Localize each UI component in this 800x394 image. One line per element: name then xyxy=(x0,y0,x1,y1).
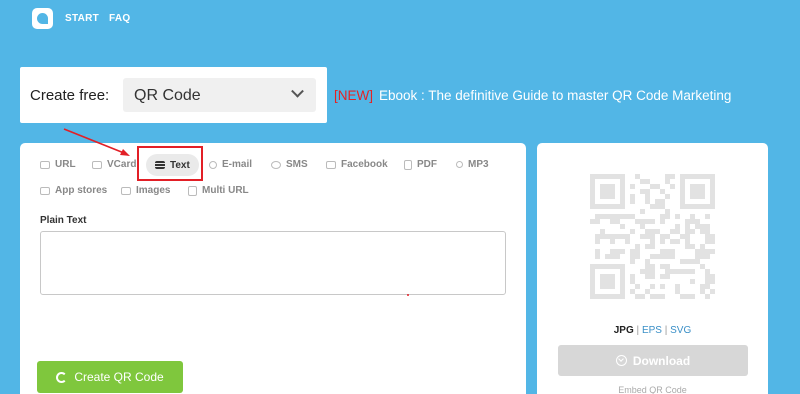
tab-images[interactable]: Images xyxy=(121,185,170,196)
tab-sms-label: SMS xyxy=(286,159,308,170)
tab-images-label: Images xyxy=(136,185,171,196)
plain-text-label: Plain Text xyxy=(40,215,87,226)
thumbs-up-icon xyxy=(326,160,336,169)
app-store-icon xyxy=(40,186,50,195)
create-free-label: Create free: xyxy=(30,87,110,104)
tab-pdf[interactable]: PDF xyxy=(404,159,437,170)
format-separator: | xyxy=(636,325,640,336)
tab-app-stores[interactable]: App stores xyxy=(40,185,107,196)
annotation-dot xyxy=(407,294,409,296)
promo-text: Ebook : The definitive Guide to master Q… xyxy=(379,88,732,103)
format-selector: JPG | EPS | SVG xyxy=(537,325,768,336)
tab-multi-url[interactable]: Multi URL xyxy=(188,185,249,196)
logo[interactable] xyxy=(32,8,53,29)
tab-vcard-label: VCard xyxy=(107,159,137,170)
tab-multi-url-label: Multi URL xyxy=(202,185,249,196)
embed-qr-code-link[interactable]: Embed QR Code xyxy=(537,385,768,394)
tab-mp3-label: MP3 xyxy=(468,159,489,170)
image-icon xyxy=(121,186,131,195)
qr-type-select[interactable]: QR Code xyxy=(123,78,316,112)
qr-type-select-value: QR Code xyxy=(134,87,201,104)
qr-code-preview xyxy=(590,174,715,299)
tab-vcard[interactable]: VCard xyxy=(92,159,136,170)
format-separator: | xyxy=(664,325,668,336)
tab-facebook-label: Facebook xyxy=(341,159,388,170)
create-free-box: Create free: QR Code xyxy=(20,67,327,123)
plain-text-input[interactable] xyxy=(40,231,506,295)
create-qr-code-label: Create QR Code xyxy=(74,370,164,384)
download-button[interactable]: Download xyxy=(558,345,748,376)
pdf-icon xyxy=(404,159,412,170)
tab-app-stores-label: App stores xyxy=(55,185,108,196)
tab-url[interactable]: URL xyxy=(40,159,76,170)
link-icon xyxy=(40,160,50,169)
tab-url-label: URL xyxy=(55,159,76,170)
music-icon xyxy=(456,161,463,168)
format-eps-link[interactable]: EPS xyxy=(642,325,662,336)
format-jpg-link[interactable]: JPG xyxy=(614,325,634,336)
tab-sms[interactable]: SMS xyxy=(271,159,308,170)
at-icon xyxy=(209,160,217,169)
create-qr-code-button[interactable]: Create QR Code xyxy=(37,361,183,393)
ebook-promo-link[interactable]: [NEW] Ebook : The definitive Guide to mas… xyxy=(334,88,731,103)
tab-email[interactable]: E-mail xyxy=(209,159,252,170)
download-icon xyxy=(615,355,627,366)
download-label: Download xyxy=(632,353,691,368)
new-badge: [NEW] xyxy=(334,88,373,103)
vcard-icon xyxy=(92,160,102,169)
chat-icon xyxy=(271,160,281,169)
tab-facebook[interactable]: Facebook xyxy=(326,159,388,170)
tab-email-label: E-mail xyxy=(222,159,253,170)
tab-pdf-label: PDF xyxy=(417,159,437,170)
multi-url-icon xyxy=(188,185,197,196)
nav-faq-link[interactable]: FAQ xyxy=(109,13,130,24)
format-svg-link[interactable]: SVG xyxy=(670,325,691,336)
refresh-icon xyxy=(56,371,68,383)
nav-start-link[interactable]: START xyxy=(65,13,99,24)
tab-mp3[interactable]: MP3 xyxy=(456,159,489,170)
annotation-highlight-box xyxy=(137,146,203,181)
chevron-down-icon xyxy=(291,84,304,98)
